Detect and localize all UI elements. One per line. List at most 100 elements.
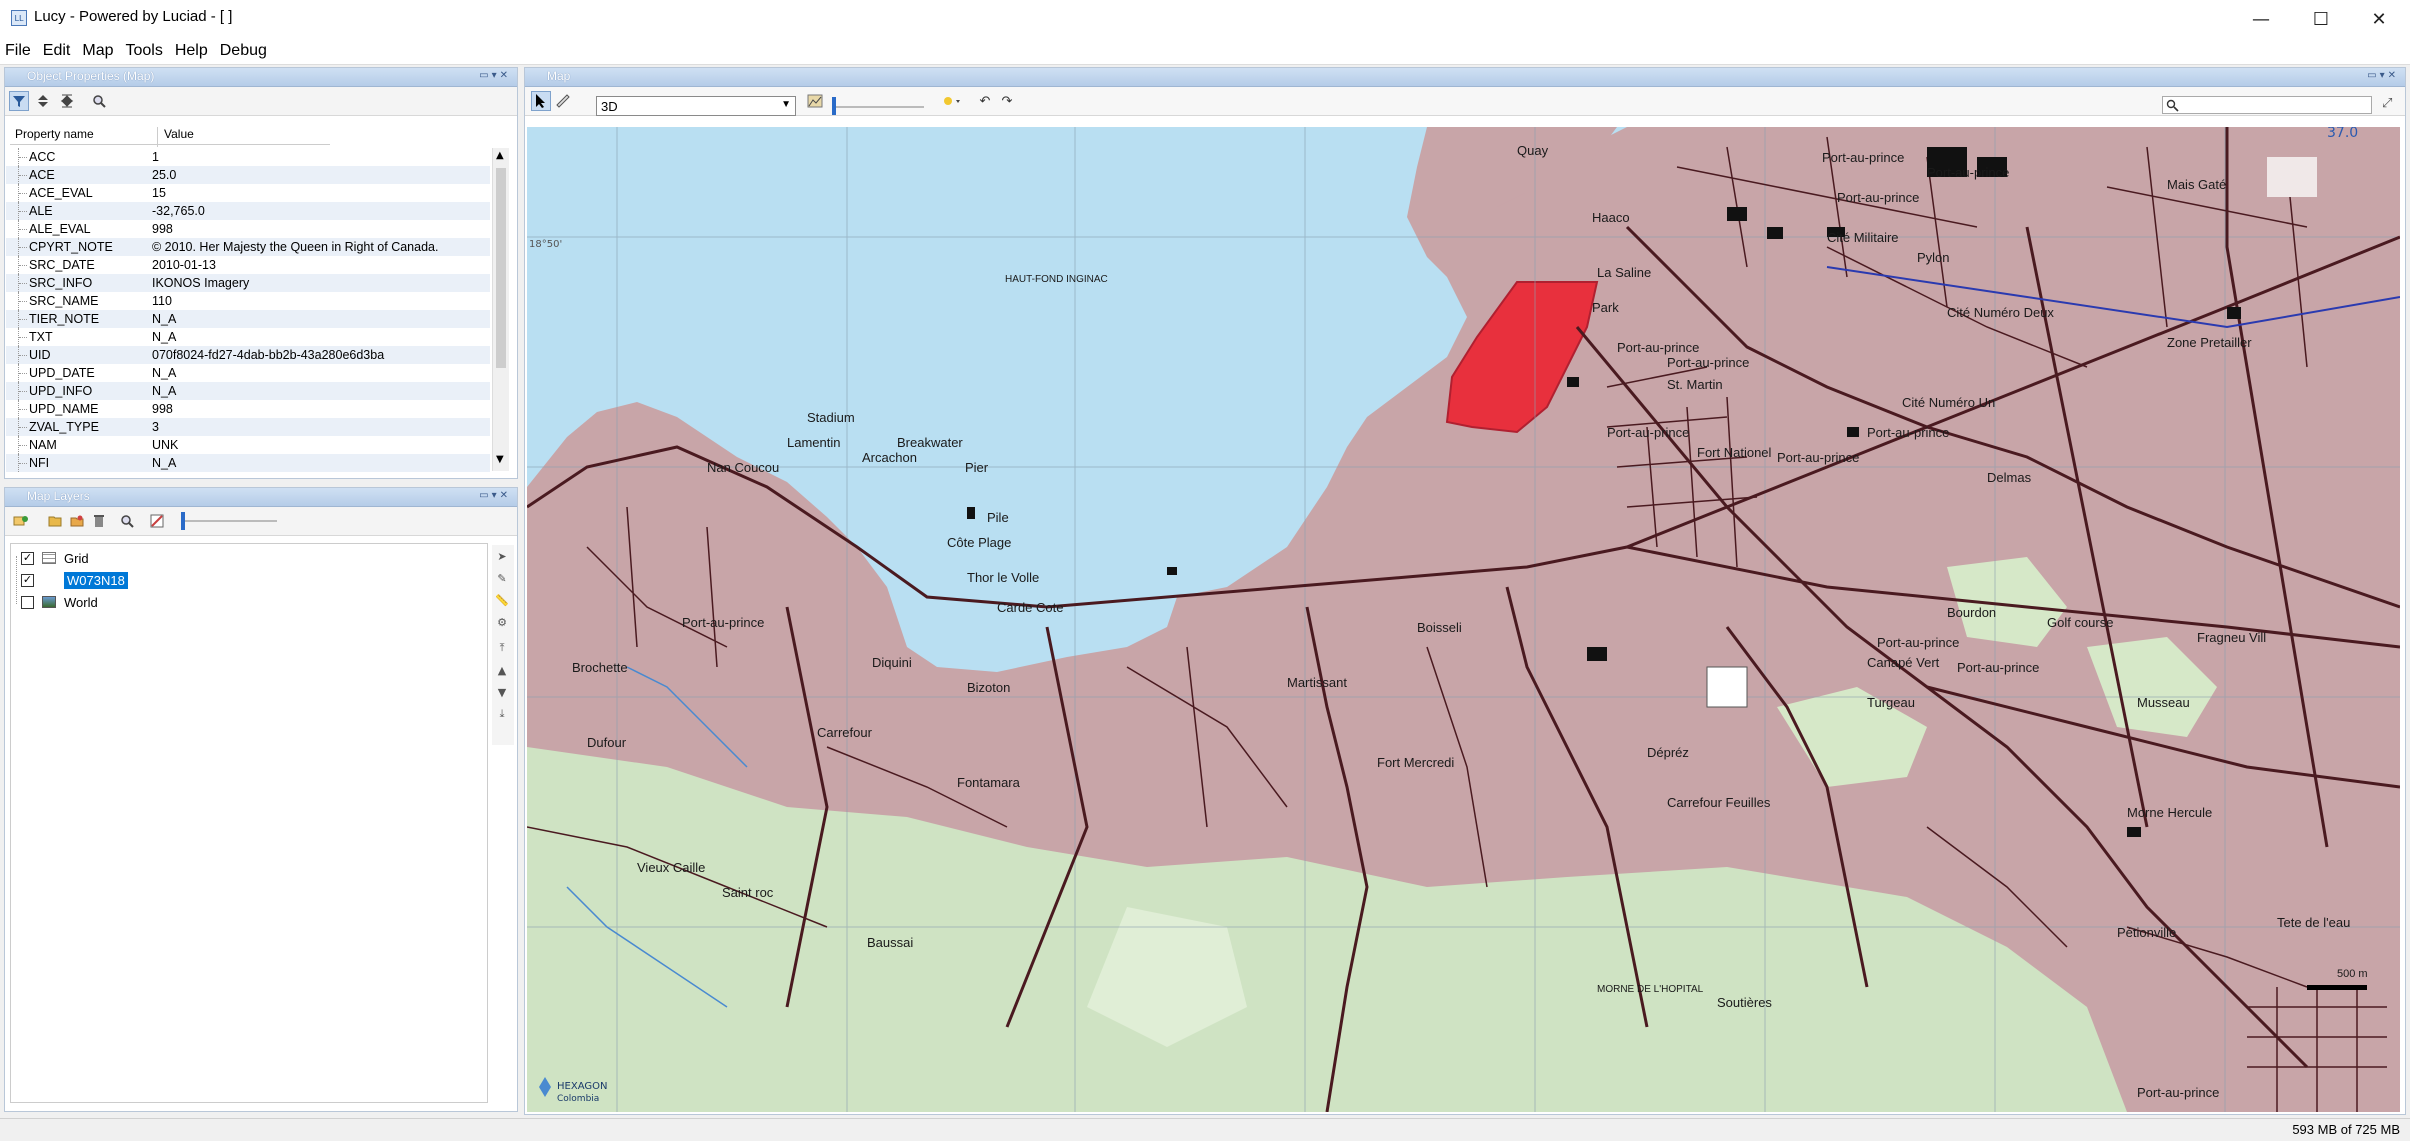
layers-tree: ✓ Grid ✓ W073N18 World (10, 543, 488, 1103)
menu-help[interactable]: Help (170, 38, 215, 60)
properties-scrollbar[interactable]: ▲ ▼ (492, 148, 509, 471)
property-row[interactable]: TXT N_A (6, 328, 490, 346)
menu-edit[interactable]: Edit (38, 38, 78, 60)
layer-w073n18-checkbox[interactable]: ✓ (21, 573, 34, 587)
move-bottom-icon[interactable]: ⤓ (492, 705, 512, 723)
find-object-icon[interactable] (89, 91, 109, 111)
scroll-up-icon[interactable]: ▲ (496, 150, 504, 161)
column-property-name[interactable]: Property name (15, 127, 94, 141)
attribution-subtext: Colombia (557, 1094, 599, 1104)
layer-transparency-icon[interactable] (147, 511, 167, 531)
property-value: -32,765.0 (152, 204, 205, 218)
property-row[interactable]: ACE 25.0 (6, 166, 490, 184)
scrollbar-thumb[interactable] (496, 168, 506, 368)
terrain-icon[interactable] (805, 91, 825, 111)
layer-group-icon[interactable] (67, 511, 87, 531)
edit-mode-icon[interactable]: ✎ (492, 569, 512, 587)
property-row[interactable]: ACE_EVAL 15 (6, 184, 490, 202)
delete-layer-icon[interactable] (89, 511, 109, 531)
undo-icon[interactable]: ↶ (975, 91, 995, 111)
property-row[interactable]: NAM UNK (6, 436, 490, 454)
panel-controls-icon[interactable]: ▭▾✕ (2367, 70, 2399, 81)
close-button[interactable]: ✕ (2348, 0, 2410, 38)
layer-world-label[interactable]: World (64, 595, 98, 610)
layer-item-w073n18[interactable]: ✓ W073N18 (21, 570, 128, 590)
property-row[interactable]: SRC_INFO IKONOS Imagery (6, 274, 490, 292)
map-svg[interactable]: Quay HAUT-FOND INGINAC Haaco Port-au-prince… (527, 127, 2400, 1112)
move-down-icon[interactable]: ▼ (492, 683, 512, 701)
map-canvas[interactable]: Quay HAUT-FOND INGINAC Haaco Port-au-prince… (527, 127, 2400, 1112)
minimize-button[interactable]: — (2230, 0, 2292, 38)
move-up-icon[interactable]: ▲ (492, 661, 512, 679)
property-row[interactable]: ALE_EVAL 998 (6, 220, 490, 238)
property-row[interactable]: UPD_NAME 998 (6, 400, 490, 418)
property-row[interactable]: UPD_INFO N_A (6, 382, 490, 400)
map-search-input[interactable] (2162, 96, 2372, 114)
layer-world-checkbox[interactable] (21, 595, 34, 609)
map-place-label: Dépréz (1647, 745, 1689, 760)
menu-file[interactable]: File (0, 38, 38, 60)
lighting-icon[interactable] (941, 91, 961, 111)
tree-connector (18, 382, 27, 400)
property-value: N_A (152, 366, 177, 380)
tree-connector (18, 202, 27, 220)
filter-icon[interactable] (9, 91, 29, 111)
measure-icon[interactable]: 📏 (492, 591, 512, 609)
map-zoom-readout: 37.0 (2327, 127, 2358, 141)
map-place-label: Port-au-prince (1927, 165, 2009, 180)
layer-grid-checkbox[interactable]: ✓ (21, 551, 34, 565)
property-value: 25.0 (152, 168, 177, 182)
layer-settings-icon[interactable]: ⚙ (492, 613, 512, 631)
layer-item-grid[interactable]: ✓ Grid (21, 548, 89, 568)
ruler-icon[interactable] (553, 91, 573, 111)
property-row[interactable]: SRC_DATE 2010-01-13 (6, 256, 490, 274)
property-row[interactable]: ACC 1 (6, 148, 490, 166)
properties-toolbar (5, 87, 517, 116)
expand-all-icon[interactable] (33, 91, 53, 111)
property-row[interactable]: UID 070f8024-fd27-4dab-bb2b-43a280e6d3ba (6, 346, 490, 364)
property-row[interactable]: ZVAL_TYPE 3 (6, 418, 490, 436)
properties-panel-title: Object Properties (Map) (27, 69, 155, 83)
zoom-to-layer-icon[interactable] (117, 511, 137, 531)
tree-connector (18, 292, 27, 310)
redo-icon[interactable]: ↷ (997, 91, 1017, 111)
layer-opacity-slider-knob[interactable] (181, 512, 185, 530)
view-mode-select[interactable]: 3D ▼ (596, 96, 796, 116)
tree-connector (18, 184, 27, 202)
select-mode-icon[interactable]: ➤ (492, 547, 512, 565)
select-pointer-icon[interactable] (531, 91, 551, 111)
layer-opacity-slider[interactable] (181, 520, 277, 522)
menu-debug[interactable]: Debug (215, 38, 274, 60)
column-value[interactable]: Value (157, 127, 194, 147)
maximize-button[interactable]: ☐ (2290, 0, 2352, 38)
property-row[interactable]: SRC_NAME 110 (6, 292, 490, 310)
open-folder-icon[interactable] (45, 511, 65, 531)
property-row[interactable]: TIER_NOTE N_A (6, 310, 490, 328)
map-place-label: Port-au-prince (1617, 340, 1699, 355)
add-layer-icon[interactable] (11, 511, 31, 531)
scroll-down-icon[interactable]: ▼ (496, 454, 504, 465)
map-place-label: Cité Numéro Deux (1947, 305, 2054, 320)
map-slider[interactable] (832, 106, 924, 108)
map-slider-knob[interactable] (832, 97, 836, 115)
map-place-label: Diquini (872, 655, 912, 670)
fullscreen-icon[interactable]: ⤢ (2382, 96, 2392, 111)
property-row[interactable]: CPYRT_NOTE © 2010. Her Majesty the Queen … (6, 238, 490, 256)
property-row[interactable]: UPD_DATE N_A (6, 364, 490, 382)
layer-w073n18-label[interactable]: W073N18 (64, 571, 128, 589)
property-name: TIER_NOTE (29, 312, 100, 326)
menu-tools[interactable]: Tools (120, 38, 169, 60)
layer-grid-label[interactable]: Grid (64, 551, 89, 566)
panel-controls-icon[interactable]: ▭▾✕ (479, 70, 511, 81)
property-value: N_A (152, 312, 177, 326)
layer-item-world[interactable]: World (21, 592, 98, 612)
property-value: IKONOS Imagery (152, 276, 250, 290)
property-row[interactable]: NFI N_A (6, 454, 490, 472)
menu-map[interactable]: Map (77, 38, 120, 60)
property-value: N_A (152, 384, 177, 398)
collapse-all-icon[interactable] (57, 91, 77, 111)
property-row[interactable]: ALE -32,765.0 (6, 202, 490, 220)
panel-controls-icon[interactable]: ▭▾✕ (479, 490, 511, 501)
map-place-label: Port-au-prince (1837, 190, 1919, 205)
move-top-icon[interactable]: ⤒ (492, 639, 512, 657)
